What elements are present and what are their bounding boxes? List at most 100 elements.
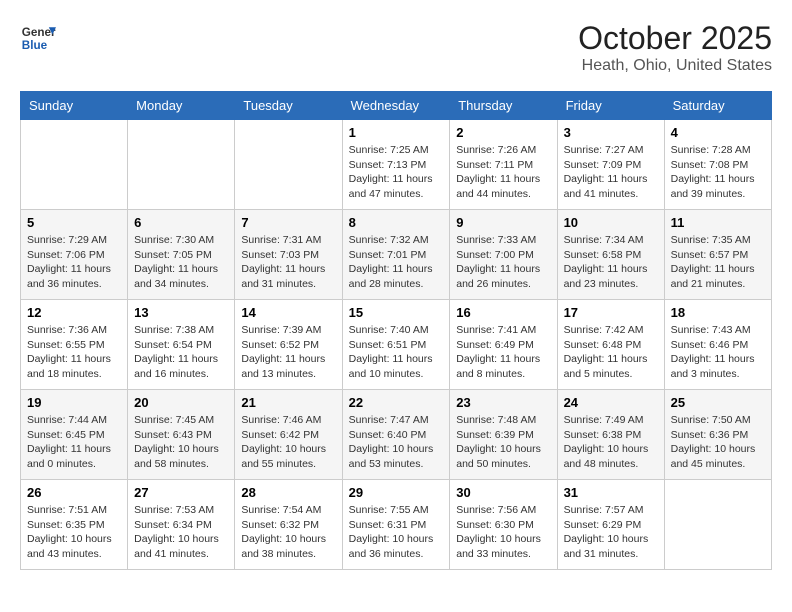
day-info: Sunrise: 7:44 AM Sunset: 6:45 PM Dayligh… <box>27 413 121 472</box>
table-row: 29 Sunrise: 7:55 AM Sunset: 6:31 PM Dayli… <box>342 480 450 570</box>
logo: General Blue <box>20 20 56 56</box>
day-info: Sunrise: 7:46 AM Sunset: 6:42 PM Dayligh… <box>241 413 335 472</box>
table-row: 19 Sunrise: 7:44 AM Sunset: 6:45 PM Dayli… <box>21 390 128 480</box>
table-row: 2Sunrise: 7:26 AM Sunset: 7:11 PM Daylig… <box>450 120 557 210</box>
col-tuesday: Tuesday <box>235 92 342 120</box>
day-info: Sunrise: 7:36 AM Sunset: 6:55 PM Dayligh… <box>27 323 121 382</box>
day-info: Sunrise: 7:34 AM Sunset: 6:58 PM Dayligh… <box>564 233 658 292</box>
day-info: Sunrise: 7:38 AM Sunset: 6:54 PM Dayligh… <box>134 323 228 382</box>
day-number: 27 <box>134 485 228 500</box>
table-row: 15 Sunrise: 7:40 AM Sunset: 6:51 PM Dayli… <box>342 300 450 390</box>
day-info: Sunrise: 7:26 AM Sunset: 7:11 PM Dayligh… <box>456 143 550 202</box>
table-row <box>128 120 235 210</box>
day-info: Sunrise: 7:55 AM Sunset: 6:31 PM Dayligh… <box>349 503 444 562</box>
day-number: 29 <box>349 485 444 500</box>
day-info: Sunrise: 7:42 AM Sunset: 6:48 PM Dayligh… <box>564 323 658 382</box>
day-info: Sunrise: 7:27 AM Sunset: 7:09 PM Dayligh… <box>564 143 658 202</box>
day-number: 19 <box>27 395 121 410</box>
day-number: 23 <box>456 395 550 410</box>
day-info: Sunrise: 7:56 AM Sunset: 6:30 PM Dayligh… <box>456 503 550 562</box>
calendar-week-row: 19 Sunrise: 7:44 AM Sunset: 6:45 PM Dayli… <box>21 390 772 480</box>
table-row: 25Sunrise: 7:50 AM Sunset: 6:36 PM Dayli… <box>664 390 771 480</box>
table-row: 8 Sunrise: 7:32 AM Sunset: 7:01 PM Daylig… <box>342 210 450 300</box>
day-number: 18 <box>671 305 765 320</box>
col-thursday: Thursday <box>450 92 557 120</box>
table-row: 1Sunrise: 7:25 AM Sunset: 7:13 PM Daylig… <box>342 120 450 210</box>
page-header: General Blue October 2025 Heath, Ohio, U… <box>20 20 772 75</box>
table-row: 23 Sunrise: 7:48 AM Sunset: 6:39 PM Dayli… <box>450 390 557 480</box>
day-number: 11 <box>671 215 765 230</box>
day-info: Sunrise: 7:40 AM Sunset: 6:51 PM Dayligh… <box>349 323 444 382</box>
day-number: 7 <box>241 215 335 230</box>
day-info: Sunrise: 7:28 AM Sunset: 7:08 PM Dayligh… <box>671 143 765 202</box>
col-wednesday: Wednesday <box>342 92 450 120</box>
table-row: 12Sunrise: 7:36 AM Sunset: 6:55 PM Dayli… <box>21 300 128 390</box>
day-number: 16 <box>456 305 550 320</box>
day-info: Sunrise: 7:25 AM Sunset: 7:13 PM Dayligh… <box>349 143 444 202</box>
day-number: 8 <box>349 215 444 230</box>
table-row: 31 Sunrise: 7:57 AM Sunset: 6:29 PM Dayli… <box>557 480 664 570</box>
day-info: Sunrise: 7:54 AM Sunset: 6:32 PM Dayligh… <box>241 503 335 562</box>
day-info: Sunrise: 7:29 AM Sunset: 7:06 PM Dayligh… <box>27 233 121 292</box>
day-number: 30 <box>456 485 550 500</box>
day-info: Sunrise: 7:47 AM Sunset: 6:40 PM Dayligh… <box>349 413 444 472</box>
day-number: 5 <box>27 215 121 230</box>
location: Heath, Ohio, United States <box>578 57 772 75</box>
table-row: 10 Sunrise: 7:34 AM Sunset: 6:58 PM Dayli… <box>557 210 664 300</box>
table-row: 6 Sunrise: 7:30 AM Sunset: 7:05 PM Daylig… <box>128 210 235 300</box>
day-number: 22 <box>349 395 444 410</box>
table-row: 7 Sunrise: 7:31 AM Sunset: 7:03 PM Daylig… <box>235 210 342 300</box>
day-info: Sunrise: 7:48 AM Sunset: 6:39 PM Dayligh… <box>456 413 550 472</box>
day-info: Sunrise: 7:45 AM Sunset: 6:43 PM Dayligh… <box>134 413 228 472</box>
table-row: 28 Sunrise: 7:54 AM Sunset: 6:32 PM Dayli… <box>235 480 342 570</box>
day-info: Sunrise: 7:33 AM Sunset: 7:00 PM Dayligh… <box>456 233 550 292</box>
day-number: 9 <box>456 215 550 230</box>
day-info: Sunrise: 7:35 AM Sunset: 6:57 PM Dayligh… <box>671 233 765 292</box>
table-row: 17 Sunrise: 7:42 AM Sunset: 6:48 PM Dayli… <box>557 300 664 390</box>
day-number: 10 <box>564 215 658 230</box>
day-info: Sunrise: 7:43 AM Sunset: 6:46 PM Dayligh… <box>671 323 765 382</box>
col-friday: Friday <box>557 92 664 120</box>
day-number: 17 <box>564 305 658 320</box>
calendar-week-row: 26Sunrise: 7:51 AM Sunset: 6:35 PM Dayli… <box>21 480 772 570</box>
svg-text:Blue: Blue <box>22 39 48 52</box>
table-row: 5 Sunrise: 7:29 AM Sunset: 7:06 PM Daylig… <box>21 210 128 300</box>
table-row: 20 Sunrise: 7:45 AM Sunset: 6:43 PM Dayli… <box>128 390 235 480</box>
table-row: 18 Sunrise: 7:43 AM Sunset: 6:46 PM Dayli… <box>664 300 771 390</box>
day-number: 4 <box>671 125 765 140</box>
table-row: 14 Sunrise: 7:39 AM Sunset: 6:52 PM Dayli… <box>235 300 342 390</box>
table-row: 27 Sunrise: 7:53 AM Sunset: 6:34 PM Dayli… <box>128 480 235 570</box>
day-number: 20 <box>134 395 228 410</box>
day-info: Sunrise: 7:53 AM Sunset: 6:34 PM Dayligh… <box>134 503 228 562</box>
day-number: 6 <box>134 215 228 230</box>
day-number: 15 <box>349 305 444 320</box>
day-info: Sunrise: 7:51 AM Sunset: 6:35 PM Dayligh… <box>27 503 121 562</box>
day-number: 25 <box>671 395 765 410</box>
day-info: Sunrise: 7:57 AM Sunset: 6:29 PM Dayligh… <box>564 503 658 562</box>
day-number: 24 <box>564 395 658 410</box>
calendar-table: Sunday Monday Tuesday Wednesday Thursday… <box>20 91 772 570</box>
calendar-week-row: 1Sunrise: 7:25 AM Sunset: 7:13 PM Daylig… <box>21 120 772 210</box>
day-number: 28 <box>241 485 335 500</box>
table-row: 21 Sunrise: 7:46 AM Sunset: 6:42 PM Dayli… <box>235 390 342 480</box>
day-info: Sunrise: 7:39 AM Sunset: 6:52 PM Dayligh… <box>241 323 335 382</box>
table-row: 30 Sunrise: 7:56 AM Sunset: 6:30 PM Dayli… <box>450 480 557 570</box>
title-block: October 2025 Heath, Ohio, United States <box>578 20 772 75</box>
day-info: Sunrise: 7:49 AM Sunset: 6:38 PM Dayligh… <box>564 413 658 472</box>
day-info: Sunrise: 7:31 AM Sunset: 7:03 PM Dayligh… <box>241 233 335 292</box>
table-row: 24 Sunrise: 7:49 AM Sunset: 6:38 PM Dayli… <box>557 390 664 480</box>
table-row: 9 Sunrise: 7:33 AM Sunset: 7:00 PM Daylig… <box>450 210 557 300</box>
calendar-header-row: Sunday Monday Tuesday Wednesday Thursday… <box>21 92 772 120</box>
table-row: 22 Sunrise: 7:47 AM Sunset: 6:40 PM Dayli… <box>342 390 450 480</box>
day-info: Sunrise: 7:32 AM Sunset: 7:01 PM Dayligh… <box>349 233 444 292</box>
day-number: 31 <box>564 485 658 500</box>
table-row <box>664 480 771 570</box>
table-row: 26Sunrise: 7:51 AM Sunset: 6:35 PM Dayli… <box>21 480 128 570</box>
table-row: 13Sunrise: 7:38 AM Sunset: 6:54 PM Dayli… <box>128 300 235 390</box>
day-info: Sunrise: 7:30 AM Sunset: 7:05 PM Dayligh… <box>134 233 228 292</box>
day-number: 21 <box>241 395 335 410</box>
day-info: Sunrise: 7:41 AM Sunset: 6:49 PM Dayligh… <box>456 323 550 382</box>
logo-icon: General Blue <box>20 20 56 56</box>
day-number: 14 <box>241 305 335 320</box>
table-row: 4 Sunrise: 7:28 AM Sunset: 7:08 PM Daylig… <box>664 120 771 210</box>
